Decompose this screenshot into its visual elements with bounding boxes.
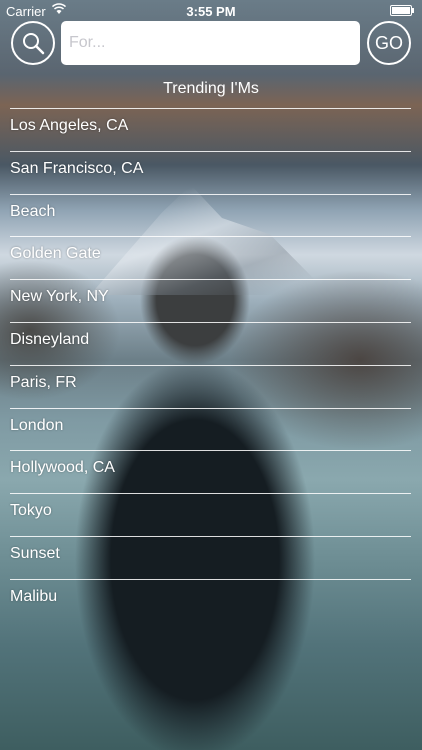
go-button[interactable]: GO (367, 21, 411, 65)
trending-item[interactable]: Beach (10, 193, 411, 237)
trending-item[interactable]: Los Angeles, CA (10, 108, 411, 151)
trending-item[interactable]: Malibu (10, 578, 411, 622)
status-bar: Carrier 3:55 PM (0, 0, 422, 22)
trending-item[interactable]: Hollywood, CA (10, 450, 411, 493)
trending-item-label: San Francisco, CA (10, 159, 144, 177)
trending-item[interactable]: Disneyland (10, 321, 411, 365)
trending-item-label: Los Angeles, CA (10, 117, 129, 134)
trending-item-label: New York, NY (10, 288, 109, 306)
trending-item-label: Sunset (10, 544, 60, 562)
trending-item-label: Malibu (10, 587, 58, 605)
trending-item-label: Golden Gate (10, 245, 101, 263)
trending-item[interactable]: Tokyo (10, 493, 411, 536)
status-time: 3:55 PM (186, 4, 236, 19)
trending-item-label: Disneyland (10, 330, 90, 348)
trending-item-label: Beach (10, 202, 56, 220)
trending-item[interactable]: Golden Gate (10, 236, 411, 279)
trending-item-label: London (10, 416, 64, 434)
trending-item-label: Tokyo (10, 502, 52, 520)
trending-item-label: Paris, FR (10, 373, 77, 391)
battery-icon (390, 5, 414, 16)
trending-item[interactable]: New York, NY (10, 279, 411, 322)
trending-item[interactable]: San Francisco, CA (10, 150, 411, 194)
search-button[interactable] (11, 21, 55, 65)
trending-title: Trending I'Ms (163, 80, 259, 97)
trending-item[interactable]: Paris, FR (10, 364, 411, 408)
go-button-label: GO (374, 32, 403, 53)
trending-item[interactable]: London (10, 407, 411, 451)
trending-item[interactable]: Sunset (10, 535, 411, 579)
search-input[interactable] (61, 21, 360, 65)
trending-item-label: Hollywood, CA (10, 459, 115, 477)
trending-list: Los Angeles, CA San Francisco, CA Beach … (10, 108, 411, 622)
search-icon (23, 33, 45, 55)
